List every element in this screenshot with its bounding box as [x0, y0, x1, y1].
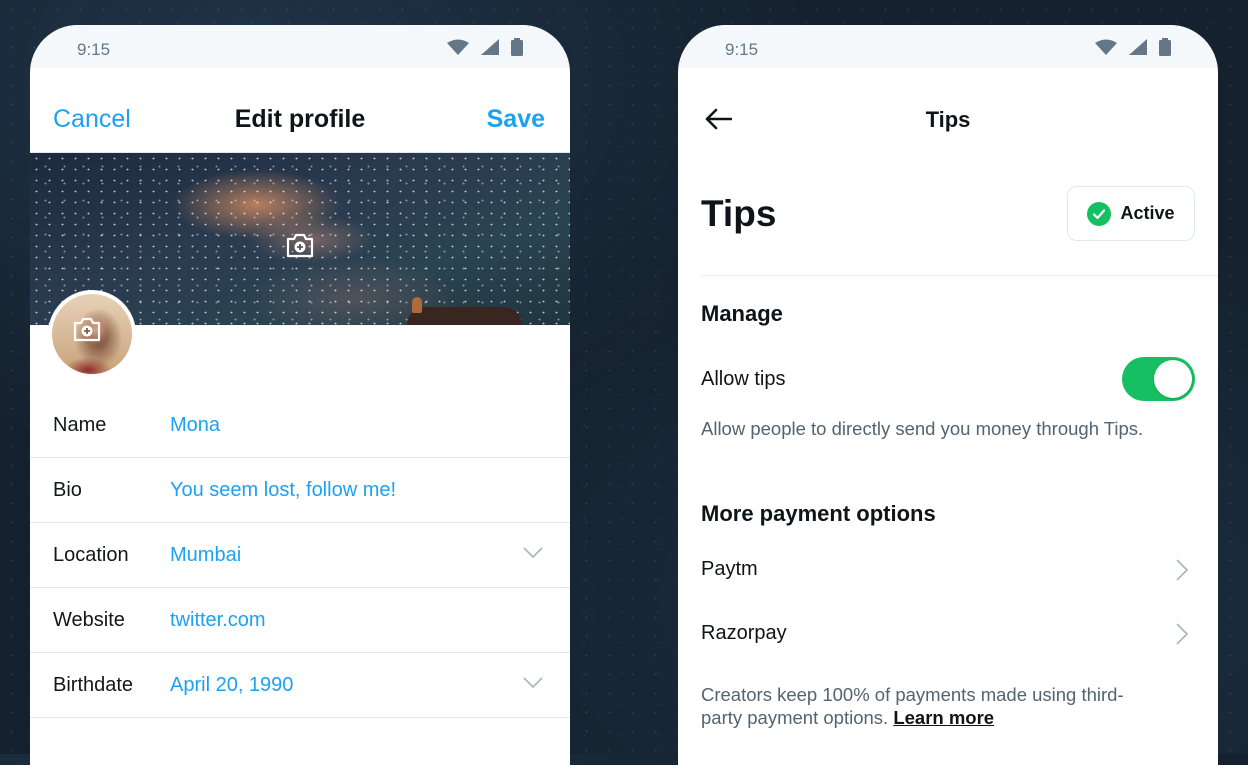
- website-input[interactable]: twitter.com: [170, 609, 266, 632]
- birthdate-select[interactable]: April 20, 1990: [170, 674, 293, 697]
- wifi-icon: [1095, 39, 1117, 55]
- save-button[interactable]: Save: [487, 105, 545, 134]
- wifi-icon: [447, 39, 469, 55]
- battery-icon: [511, 38, 523, 56]
- avatar[interactable]: [48, 290, 136, 378]
- allow-tips-toggle[interactable]: [1122, 357, 1195, 401]
- field-label: Location: [53, 543, 129, 566]
- manage-section-title: Manage: [701, 301, 783, 326]
- nav-bar: Cancel Edit profile Save: [30, 68, 570, 153]
- learn-more-link[interactable]: Learn more: [893, 707, 994, 728]
- status-bar: 9:15: [678, 25, 1218, 68]
- status-badge: Active: [1067, 186, 1195, 241]
- field-label: Bio: [53, 478, 82, 501]
- divider: [701, 275, 1218, 276]
- tips-screen: 9:15 Tips Tips Active Manage Allow tips …: [678, 25, 1218, 765]
- chevron-right-icon: [1176, 623, 1188, 645]
- status-time: 9:15: [725, 40, 759, 59]
- page-title: Tips: [925, 107, 971, 132]
- field-label: Website: [53, 608, 125, 631]
- check-circle-icon: [1087, 201, 1112, 226]
- name-input[interactable]: Mona: [170, 414, 220, 437]
- chevron-right-icon: [1176, 559, 1188, 581]
- allow-tips-label: Allow tips: [701, 368, 786, 390]
- profile-form: Name Mona Bio You seem lost, follow me! …: [30, 393, 570, 718]
- field-label: Name: [53, 413, 107, 436]
- toggle-knob: [1154, 360, 1192, 398]
- nav-bar: Tips: [678, 68, 1218, 152]
- payment-option-label: Paytm: [701, 558, 758, 580]
- status-bar: 9:15: [30, 25, 570, 68]
- payment-option-paytm[interactable]: Paytm: [678, 546, 1218, 596]
- payment-option-razorpay[interactable]: Razorpay: [678, 610, 1218, 660]
- payment-option-label: Razorpay: [701, 622, 787, 644]
- edit-profile-screen: 9:15 Cancel Edit profile Save Name Mona …: [30, 25, 570, 765]
- bio-input[interactable]: You seem lost, follow me!: [170, 479, 396, 502]
- location-select[interactable]: Mumbai: [170, 544, 241, 567]
- add-photo-icon[interactable]: [72, 314, 102, 344]
- field-label: Birthdate: [53, 673, 134, 696]
- payment-footer-note: Creators keep 100% of payments made usin…: [701, 683, 1131, 729]
- tips-heading: Tips: [701, 193, 777, 234]
- cellular-signal-icon: [481, 39, 499, 55]
- field-bio[interactable]: Bio You seem lost, follow me!: [30, 458, 570, 523]
- add-photo-icon[interactable]: [285, 230, 315, 260]
- chevron-down-icon[interactable]: [523, 547, 543, 559]
- more-payment-section-title: More payment options: [701, 501, 936, 526]
- cellular-signal-icon: [1129, 39, 1147, 55]
- rock-silhouette: [407, 307, 522, 325]
- status-time: 9:15: [77, 40, 111, 59]
- status-badge-label: Active: [1120, 203, 1175, 223]
- field-name[interactable]: Name Mona: [30, 393, 570, 458]
- field-birthdate[interactable]: Birthdate April 20, 1990: [30, 653, 570, 718]
- battery-icon: [1159, 38, 1171, 56]
- chevron-down-icon[interactable]: [523, 677, 543, 689]
- person-silhouette: [412, 297, 422, 313]
- field-website[interactable]: Website twitter.com: [30, 588, 570, 653]
- allow-tips-description: Allow people to directly send you money …: [701, 418, 1144, 439]
- field-location[interactable]: Location Mumbai: [30, 523, 570, 588]
